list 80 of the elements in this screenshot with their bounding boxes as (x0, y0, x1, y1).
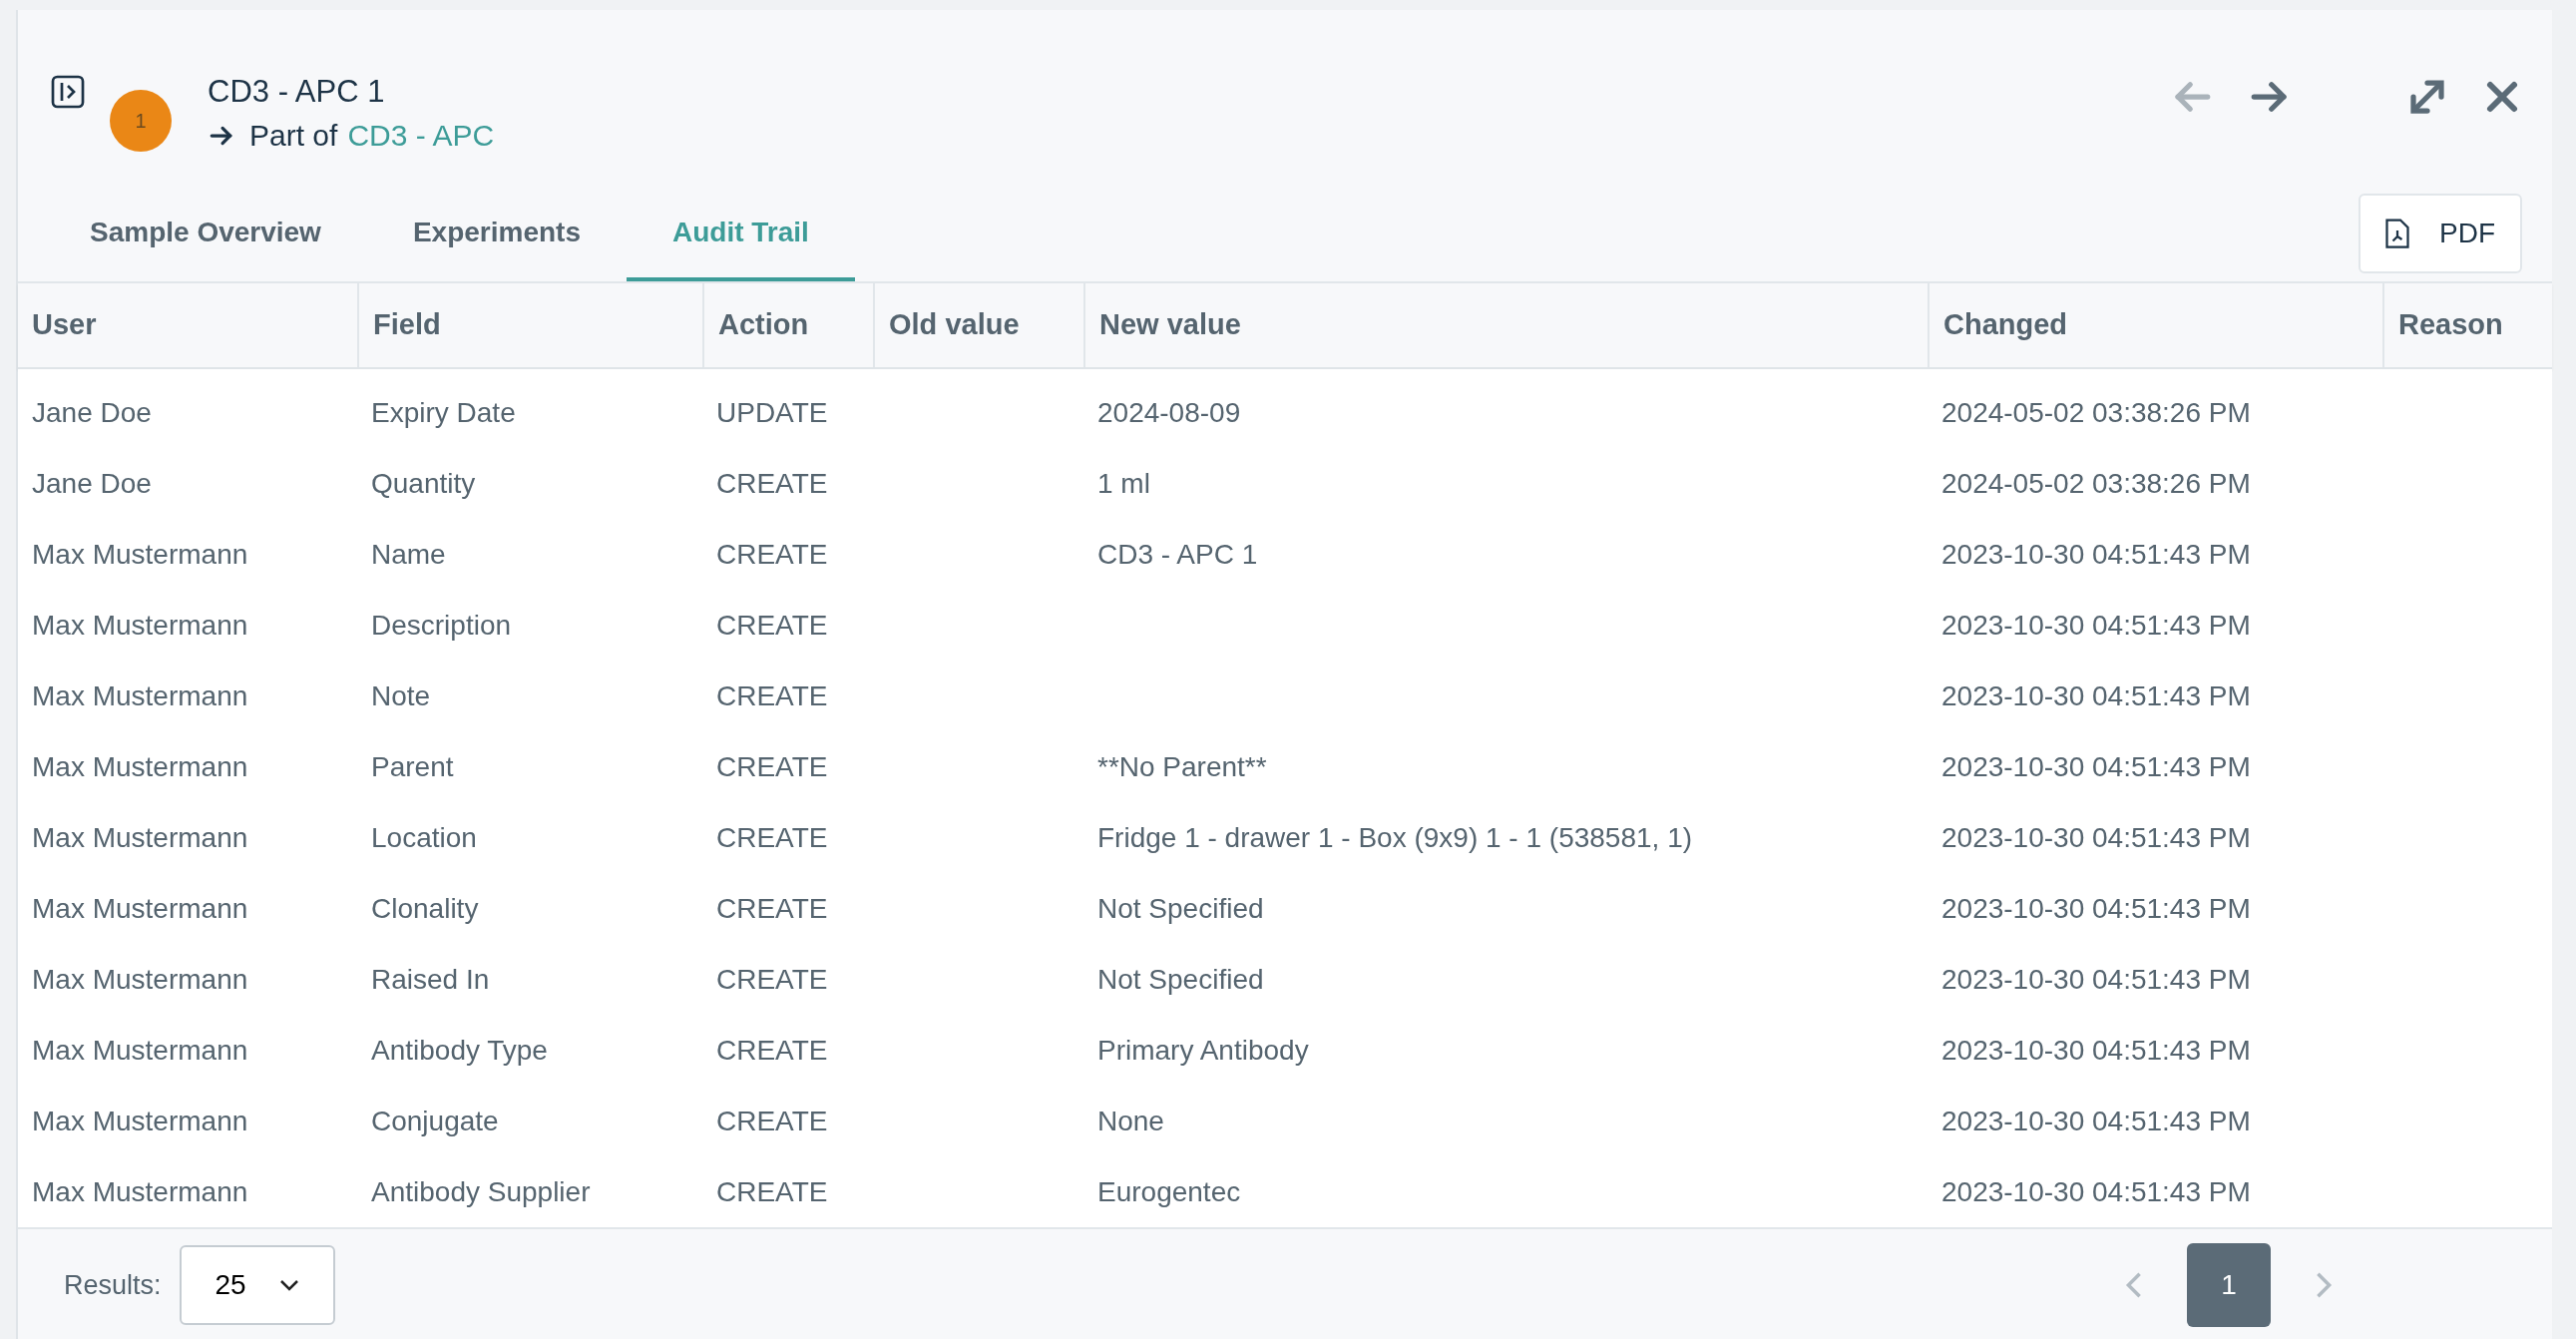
table-cell: Quantity (371, 467, 476, 499)
table-cell: Expiry Date (371, 396, 516, 428)
table-cell: Jane Doe (32, 467, 152, 499)
table-cell: 2023-10-30 04:51:43 PM (1941, 1034, 2251, 1066)
table-cell: 2023-10-30 04:51:43 PM (1941, 538, 2251, 570)
count-badge: 1 (110, 90, 172, 152)
table-cell: UPDATE (716, 396, 828, 428)
parent-link[interactable]: CD3 - APC (347, 114, 495, 158)
table-cell: 2023-10-30 04:51:43 PM (1941, 750, 2251, 782)
column-header: Changed (1928, 283, 2382, 367)
table-cell: Antibody Type (371, 1034, 548, 1066)
chevron-down-icon (278, 1278, 299, 1292)
page-size-select[interactable]: 25 (179, 1245, 335, 1325)
table-cell: CREATE (716, 892, 828, 924)
table-cell: Not Specified (1097, 963, 1264, 995)
table-cell: 2024-05-02 03:38:26 PM (1941, 396, 2251, 428)
table-cell: CREATE (716, 679, 828, 711)
column-header: New value (1083, 283, 1928, 367)
table-cell: Max Mustermann (32, 1034, 248, 1066)
table-cell: CREATE (716, 1034, 828, 1066)
table-cell: Not Specified (1097, 892, 1264, 924)
pdf-file-icon (2385, 219, 2409, 248)
column-header: Action (702, 283, 873, 367)
table-cell: Max Mustermann (32, 1175, 248, 1207)
table-cell: Max Mustermann (32, 750, 248, 782)
table-cell: Parent (371, 750, 454, 782)
table-cell: CREATE (716, 821, 828, 853)
table-cell: Max Mustermann (32, 892, 248, 924)
results-label: Results: (64, 1268, 162, 1302)
part-of-label: Part of (249, 118, 338, 154)
table-cell: 2023-10-30 04:51:43 PM (1941, 821, 2251, 853)
sample-title: CD3 - APC 1 (208, 73, 386, 111)
table-cell: Fridge 1 - drawer 1 - Box (9x9) 1 - 1 (538581, 1) (1097, 821, 1693, 853)
table-cell: Max Mustermann (32, 538, 248, 570)
sidebar-toggle-icon[interactable] (50, 74, 86, 110)
tab[interactable]: Experiments (366, 188, 627, 281)
table-cell: **No Parent** (1097, 750, 1267, 782)
table-cell: CREATE (716, 1175, 828, 1207)
table-cell: Location (371, 821, 477, 853)
column-header: Reason (2382, 283, 2552, 367)
table-cell: Max Mustermann (32, 821, 248, 853)
page-button[interactable]: 1 (2187, 1243, 2271, 1327)
table-cell: Clonality (371, 892, 479, 924)
table-cell: 2023-10-30 04:51:43 PM (1941, 1105, 2251, 1136)
table-cell: 2023-10-30 04:51:43 PM (1941, 679, 2251, 711)
table-cell: 2024-08-09 (1097, 396, 1241, 428)
table-cell: CREATE (716, 609, 828, 641)
table-cell: CREATE (716, 538, 828, 570)
pdf-button[interactable]: PDF (2359, 194, 2522, 273)
table-cell: 2023-10-30 04:51:43 PM (1941, 1175, 2251, 1207)
table-cell: Jane Doe (32, 396, 152, 428)
table-cell: 2023-10-30 04:51:43 PM (1941, 963, 2251, 995)
table-cell: Max Mustermann (32, 679, 248, 711)
column-header: Old value (873, 283, 1083, 367)
table-cell: Max Mustermann (32, 609, 248, 641)
table-cell: CREATE (716, 750, 828, 782)
table-cell: Primary Antibody (1097, 1034, 1309, 1066)
table-cell: 2023-10-30 04:51:43 PM (1941, 609, 2251, 641)
table-cell: Raised In (371, 963, 490, 995)
column-header: Field (357, 283, 702, 367)
table-cell: Description (371, 609, 512, 641)
tab[interactable]: Sample Overview (44, 188, 367, 281)
column-header: User (31, 307, 98, 343)
table-cell: Note (371, 679, 431, 711)
table-cell: CREATE (716, 467, 828, 499)
table-cell: 2023-10-30 04:51:43 PM (1941, 892, 2251, 924)
table-cell: Eurogentec (1097, 1175, 1241, 1207)
table-cell: None (1097, 1105, 1164, 1136)
tab[interactable]: Audit Trail (627, 188, 855, 281)
table-cell: 2024-05-02 03:38:26 PM (1941, 467, 2251, 499)
table-cell: Max Mustermann (32, 963, 248, 995)
table-cell: CD3 - APC 1 (1097, 538, 1258, 570)
table-cell: CREATE (716, 1105, 828, 1136)
table-cell: CREATE (716, 963, 828, 995)
table-cell: Name (371, 538, 446, 570)
table-cell: Conjugate (371, 1105, 499, 1136)
table-cell: Max Mustermann (32, 1105, 248, 1136)
close-icon[interactable] (2484, 79, 2520, 115)
table-cell: 1 ml (1097, 467, 1150, 499)
table-cell: Antibody Supplier (371, 1175, 591, 1207)
